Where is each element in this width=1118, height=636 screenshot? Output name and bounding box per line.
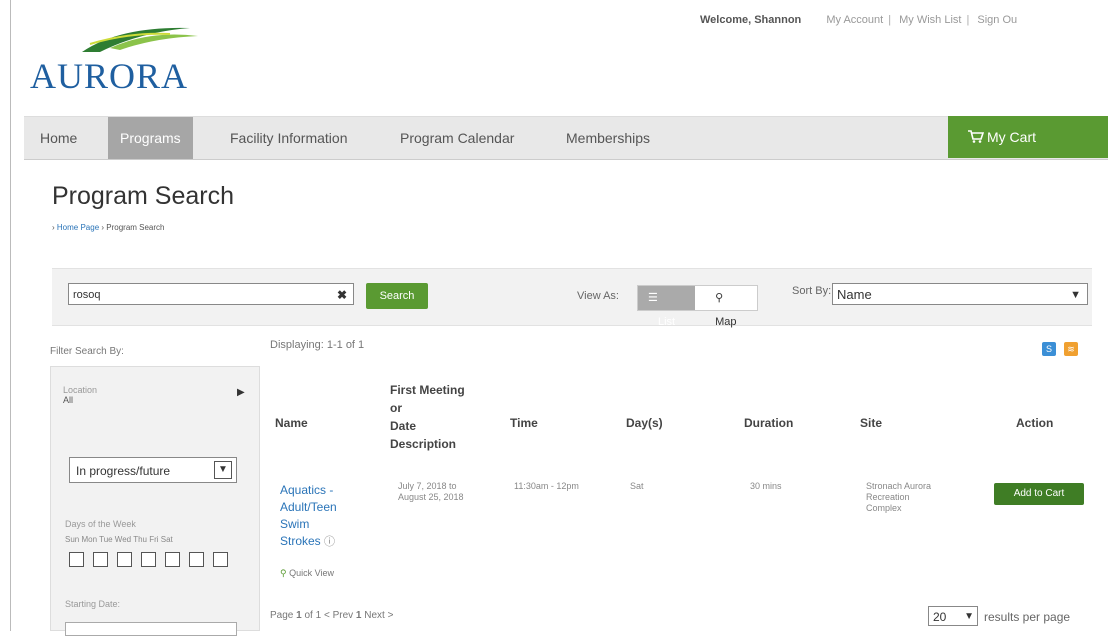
main-menu: Home Programs Facility Information Progr…: [24, 116, 1108, 160]
checkbox-tue[interactable]: [117, 552, 132, 567]
page-title: Program Search: [52, 182, 235, 210]
checkbox-fri[interactable]: [189, 552, 204, 567]
sort-by-label: Sort By:: [792, 285, 832, 297]
welcome-text: Welcome, Shannon: [700, 14, 802, 26]
map-pin-icon: ⚲: [715, 292, 724, 304]
col-action: Action: [1016, 416, 1054, 430]
search-button[interactable]: Search: [366, 283, 428, 309]
breadcrumb-current: Program Search: [106, 223, 165, 232]
col-time: Time: [510, 416, 538, 430]
view-toggle: ☰ List ⚲ Map: [637, 285, 758, 328]
my-cart-button[interactable]: My Cart: [948, 116, 1108, 158]
breadcrumb-home[interactable]: Home Page: [57, 223, 99, 232]
col-first-meeting: First Meeting or Date Description: [390, 383, 465, 451]
search-input-value: rosoq: [73, 289, 101, 301]
cart-label: My Cart: [987, 129, 1036, 145]
starting-date-label: Starting Date:: [65, 599, 121, 609]
page-1-link[interactable]: 1: [356, 610, 362, 621]
menu-programs[interactable]: Programs: [108, 117, 193, 159]
day-names: Sun Mon Tue Wed Thu Fri Sat: [65, 535, 173, 544]
cart-icon: [968, 130, 985, 143]
row-site: Stronach Aurora Recreation Complex: [866, 481, 932, 513]
checkbox-mon[interactable]: [93, 552, 108, 567]
view-as-label: View As:: [577, 290, 619, 302]
filter-heading: Filter Search By:: [50, 346, 124, 357]
breadcrumb: › Home Page › Program Search: [52, 223, 165, 232]
menu-facility-information[interactable]: Facility Information: [220, 117, 357, 159]
clear-search-icon[interactable]: ✖: [337, 284, 347, 306]
col-duration: Duration: [744, 416, 794, 430]
row-duration: 30 mins: [750, 481, 782, 491]
sort-value: Name: [837, 287, 872, 302]
add-to-cart-button[interactable]: Add to Cart: [994, 483, 1084, 505]
location-filter[interactable]: Location All: [63, 385, 97, 405]
search-icon: ⚲: [280, 568, 287, 578]
aurora-logo[interactable]: AURORA: [30, 22, 230, 96]
search-bar: rosoq ✖ Search View As: ☰ List ⚲ Map Sort…: [52, 268, 1092, 328]
row-days: Sat: [630, 481, 644, 491]
days-of-week-label: Days of the Week: [65, 519, 136, 529]
row-dates: July 7, 2018 to August 25, 2018: [398, 481, 464, 502]
checkbox-wed[interactable]: [141, 552, 156, 567]
sign-out-link[interactable]: Sign Ou: [977, 14, 1017, 26]
per-page-select[interactable]: 20 ▼: [928, 606, 978, 626]
search-input[interactable]: rosoq ✖: [68, 283, 354, 305]
program-name-link[interactable]: Aquatics - Adult/Teen Swim Strokes ⓘ: [280, 482, 360, 551]
checkbox-sun[interactable]: [69, 552, 84, 567]
logo-swoosh-icon: [82, 27, 198, 52]
displaying-count: Displaying: 1-1 of 1: [270, 339, 365, 351]
col-site: Site: [860, 416, 883, 430]
row-time: 11:30am - 12pm: [514, 481, 579, 491]
view-list-button[interactable]: ☰ List: [638, 286, 696, 328]
my-account-link[interactable]: My Account: [826, 14, 883, 26]
filter-sidebar: Location All ▶ In progress/future ▼ Days…: [50, 366, 260, 636]
logo-text: AURORA: [30, 56, 189, 96]
view-map-button[interactable]: ⚲ Map: [695, 286, 756, 328]
status-value: In progress/future: [76, 464, 171, 478]
menu-program-calendar[interactable]: Program Calendar: [390, 117, 524, 159]
info-icon[interactable]: ⓘ: [324, 536, 335, 548]
pagination: Page 1 of 1 < Prev 1 Next >: [270, 610, 394, 621]
chevron-down-icon: ▼: [214, 461, 232, 479]
starting-date-input[interactable]: [65, 622, 237, 636]
account-nav: Welcome, Shannon My Account | My Wish Lis…: [700, 14, 1018, 26]
col-days: Day(s): [626, 416, 663, 430]
quick-view-link[interactable]: ⚲ Quick View: [280, 568, 334, 579]
rss-icon[interactable]: ≋: [1064, 342, 1078, 356]
status-select[interactable]: In progress/future ▼: [69, 457, 237, 483]
checkbox-sat[interactable]: [213, 552, 228, 567]
location-label: Location: [63, 385, 98, 395]
menu-home[interactable]: Home: [30, 117, 87, 159]
chevron-down-icon: ▼: [964, 611, 974, 622]
menu-memberships[interactable]: Memberships: [556, 117, 660, 159]
skype-icon[interactable]: S: [1042, 342, 1056, 356]
chevron-down-icon: ▼: [1070, 289, 1081, 301]
checkbox-thu[interactable]: [165, 552, 180, 567]
sort-by-select[interactable]: Name ▼: [832, 283, 1088, 305]
per-page-control: 20 ▼ results per page: [928, 606, 1070, 626]
location-value: All: [63, 395, 74, 405]
my-wish-list-link[interactable]: My Wish List: [899, 14, 961, 26]
col-name: Name: [275, 416, 308, 430]
expand-arrow-icon[interactable]: ▶: [237, 387, 245, 398]
prev-page-link[interactable]: < Prev: [324, 610, 353, 621]
per-page-label: results per page: [984, 610, 1071, 624]
next-page-link[interactable]: Next >: [364, 610, 393, 621]
